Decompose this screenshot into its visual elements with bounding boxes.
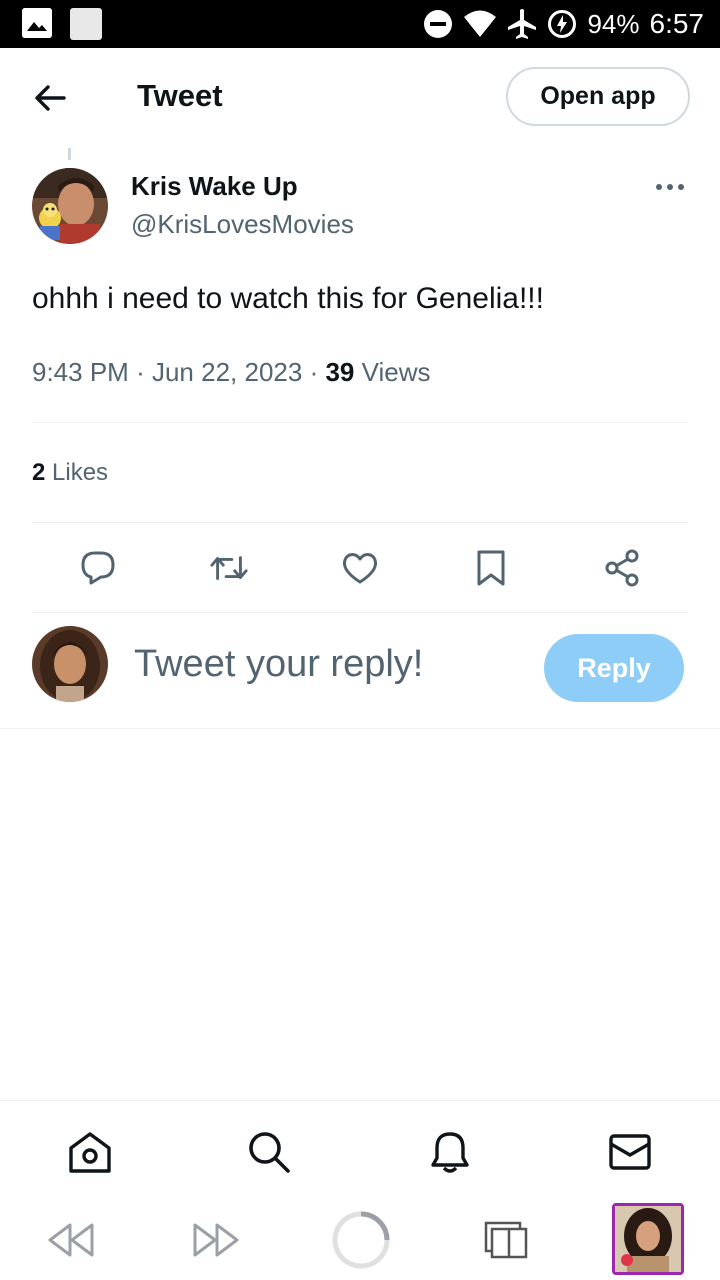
battery-percent: 94% (587, 8, 640, 39)
likes-label: Likes (52, 459, 109, 486)
back-button[interactable] (30, 78, 70, 118)
gallery-icon (22, 8, 52, 38)
tweet-time[interactable]: 9:43 PM (32, 357, 129, 387)
views-label: Views (361, 357, 431, 387)
back-icon (48, 1223, 94, 1257)
page-title: Tweet (137, 78, 223, 113)
like-icon (342, 553, 378, 584)
nav-home[interactable] (67, 1129, 113, 1175)
likes-count: 2 (32, 459, 46, 486)
messages-icon (609, 1134, 651, 1170)
home-icon (69, 1132, 111, 1173)
retweet-icon (210, 556, 248, 580)
meta-separator: · (136, 357, 145, 387)
tweet-text: ohhh i need to watch this for Genelia!!! (32, 282, 544, 315)
tabs-icon (484, 1221, 528, 1259)
reply-icon (81, 551, 115, 585)
battery-charging-icon (548, 10, 577, 38)
nav-notifications[interactable] (427, 1129, 473, 1175)
browser-reload-button[interactable] (330, 1209, 392, 1271)
reply-input[interactable] (134, 643, 514, 686)
nav-messages[interactable] (607, 1129, 653, 1175)
more-icon (656, 184, 684, 190)
current-user-avatar (32, 626, 108, 702)
browser-forward-button[interactable] (188, 1212, 244, 1268)
arrow-left-icon (35, 85, 66, 111)
clock: 6:57 (649, 8, 705, 39)
divider (32, 612, 688, 613)
status-notifications (22, 8, 102, 40)
author-avatar[interactable] (32, 168, 108, 244)
divider (32, 422, 688, 423)
like-button[interactable] (340, 548, 380, 588)
author-handle[interactable]: @KrisLovesMovies (131, 209, 354, 240)
browser-back-button[interactable] (43, 1212, 99, 1268)
views-count: 39 (325, 357, 355, 387)
divider (32, 522, 688, 523)
top-app-bar: Tweet Open app (0, 48, 720, 144)
search-icon (249, 1132, 290, 1173)
forward-icon (193, 1223, 239, 1257)
square-icon (70, 8, 102, 40)
tab-thumbnail[interactable] (612, 1203, 684, 1275)
wifi-icon (464, 10, 497, 37)
likes-link[interactable]: 2 Likes (32, 459, 108, 487)
bottom-navigation (0, 1100, 720, 1200)
reply-submit-button[interactable]: Reply (544, 634, 684, 702)
retweet-button[interactable] (209, 548, 249, 588)
notifications-icon (431, 1132, 469, 1173)
thread-line (68, 148, 71, 160)
loading-icon (332, 1211, 390, 1269)
tweet-actions (32, 540, 688, 596)
do-not-disturb-icon (424, 10, 453, 38)
open-app-button[interactable]: Open app (506, 67, 690, 126)
share-icon (605, 549, 639, 587)
meta-separator: · (309, 357, 319, 387)
bookmark-icon (477, 550, 505, 586)
browser-tabs-button[interactable] (478, 1212, 534, 1268)
more-options-button[interactable] (652, 172, 688, 202)
divider (0, 728, 720, 729)
status-bar: 94% 6:57 (0, 0, 720, 48)
share-button[interactable] (602, 548, 642, 588)
reply-button[interactable] (78, 548, 118, 588)
author-display-name[interactable]: Kris Wake Up (131, 171, 298, 202)
tweet-date[interactable]: Jun 22, 2023 (152, 357, 302, 387)
airplane-icon (508, 9, 537, 39)
bookmark-button[interactable] (471, 548, 511, 588)
browser-toolbar (0, 1200, 720, 1280)
nav-search[interactable] (246, 1129, 292, 1175)
tweet-meta: 9:43 PM · Jun 22, 2023 · 39 Views (32, 357, 431, 388)
